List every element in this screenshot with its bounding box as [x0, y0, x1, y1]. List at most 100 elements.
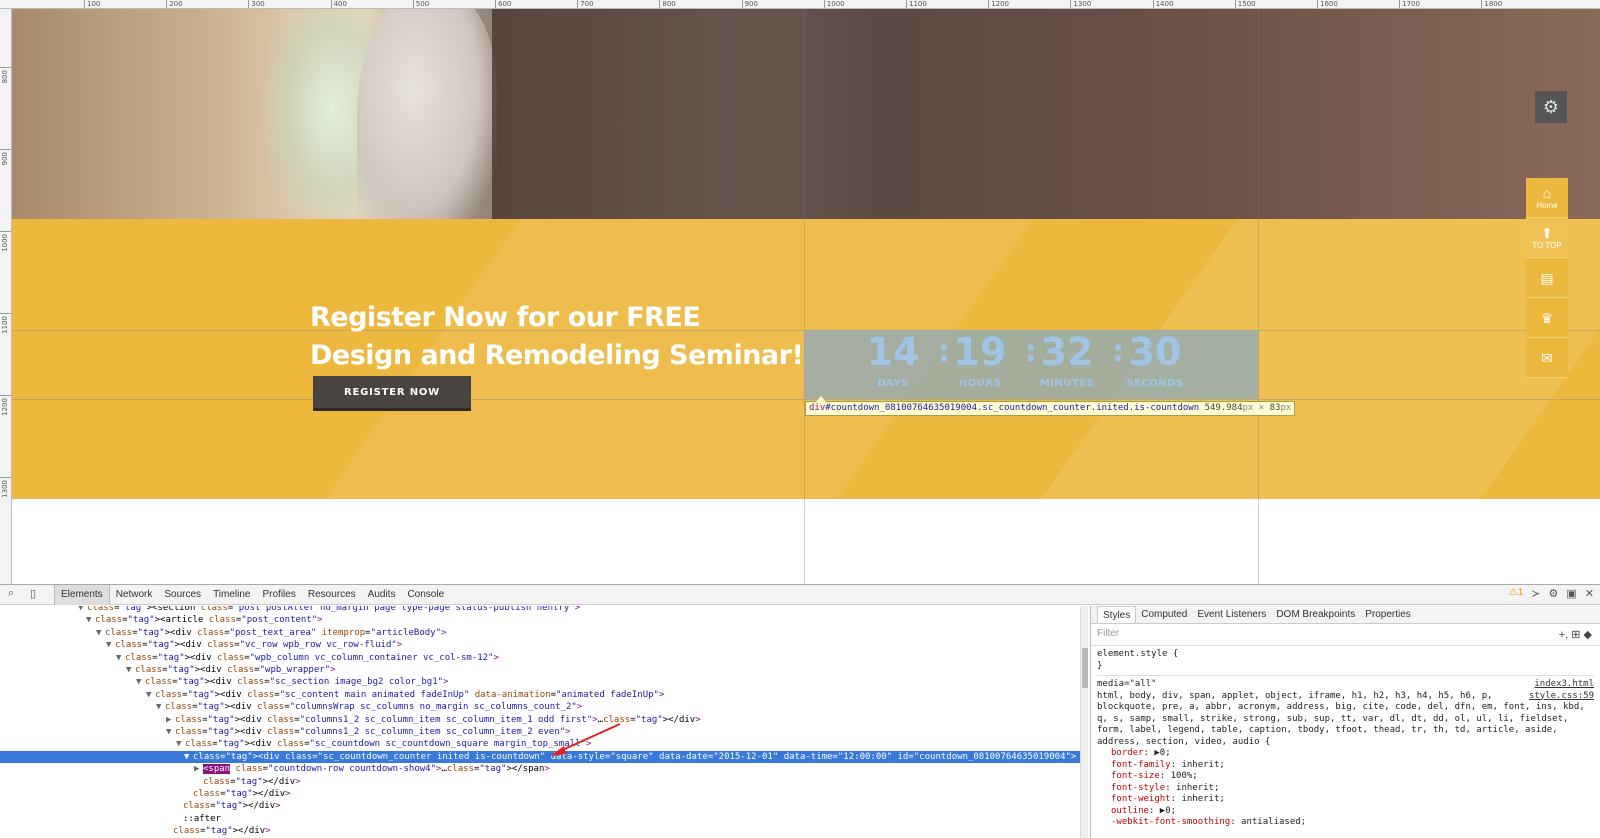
tab-timeline[interactable]: Timeline: [207, 585, 256, 605]
dom-node[interactable]: ▼ class="tag"><div class="vc_row wpb_row …: [0, 639, 1088, 651]
close-icon[interactable]: ✕: [1585, 587, 1594, 600]
dom-node[interactable]: ▼ class="tag"><div class="columns1_2 sc_c…: [0, 726, 1088, 738]
dom-node-selected[interactable]: ▼ class="tag"><div class="sc_countdown_co…: [0, 750, 1088, 763]
side-nav-to-top[interactable]: ⬆ TO TOP: [1526, 218, 1568, 258]
ruler-tick: 1400: [1152, 0, 1173, 8]
ruler-tick: 1700: [1399, 0, 1420, 8]
dom-node[interactable]: class="tag"></div>: [0, 800, 1088, 812]
dock-icon[interactable]: ▣: [1566, 587, 1576, 600]
screenshot-root: 100 200 300 400 500 600 700 800 900 1000 1100 1200 1…: [0, 0, 1600, 838]
elements-dom-tree: ▼ class="tag"><section class="post postAl…: [0, 606, 1088, 838]
side-nav: ⌂ Home ⬆ TO TOP ▤ ♛ ✉: [1526, 178, 1568, 378]
side-nav-home[interactable]: ⌂ Home: [1526, 178, 1568, 218]
scrollbar-thumb[interactable]: [1082, 648, 1088, 688]
styles-tab-computed[interactable]: Computed: [1136, 606, 1192, 623]
tab-network[interactable]: Network: [110, 585, 159, 605]
dom-node[interactable]: ▼ class="tag"><section class="post postAl…: [0, 606, 1088, 614]
style-property[interactable]: font-weight: inherit;: [1097, 794, 1594, 806]
ruler-tick: 1600: [1317, 0, 1338, 8]
hero-stone-texture: [357, 9, 497, 219]
style-property[interactable]: -webkit-font-smoothing: antialiased;: [1097, 817, 1594, 829]
countdown-days-value: 14: [866, 330, 920, 374]
dom-node[interactable]: ▼ class="tag"><div class="sc_content main…: [0, 689, 1088, 701]
dom-node[interactable]: ▶ <span class="countdown-row countdown-sh…: [0, 763, 1088, 775]
styles-filter-tools[interactable]: +, ⊞ ◆: [1559, 628, 1592, 641]
inspector-guide-line: [1258, 9, 1259, 584]
tooltip-unit: px: [1280, 403, 1292, 413]
dom-node[interactable]: ▼ class="tag"><div class="sc_section imag…: [0, 676, 1088, 688]
page-viewport: Register Now for our FREE Design and Rem…: [12, 9, 1600, 584]
tooltip-selector: #countdown_081007646350190​04.sc_countdo…: [825, 403, 1200, 413]
style-property[interactable]: border: ▶0;: [1097, 748, 1594, 760]
register-now-button[interactable]: REGISTER NOW: [313, 376, 471, 408]
styles-tab-properties[interactable]: Properties: [1360, 606, 1416, 623]
countdown-hours-value: 19: [953, 330, 1007, 374]
warning-indicator[interactable]: ⚠1: [1509, 587, 1524, 600]
ruler-tick: 600: [495, 0, 511, 8]
side-nav-trophy[interactable]: ♛: [1526, 298, 1568, 338]
settings-gear-button[interactable]: ⚙: [1535, 91, 1567, 123]
ruler-tick: 800: [659, 0, 676, 8]
ruler-tick: 200: [166, 0, 183, 8]
dom-node[interactable]: ▼ class="tag"><div class="sc_countdown sc…: [0, 738, 1088, 750]
tab-audits[interactable]: Audits: [362, 585, 402, 605]
dom-node[interactable]: ▼ class="tag"><div class="columnsWrap sc_…: [0, 701, 1088, 713]
ruler-tick: 900: [0, 149, 11, 165]
tab-resources[interactable]: Resources: [302, 585, 362, 605]
dom-tree-scrollbar[interactable]: [1080, 606, 1088, 838]
style-file-link[interactable]: index3.html: [1534, 679, 1594, 691]
styles-filter[interactable]: Filter +, ⊞ ◆: [1091, 624, 1600, 646]
element-style-rule[interactable]: element.style {: [1097, 649, 1594, 661]
ruler-tick: 1200: [0, 395, 11, 416]
side-nav-to-top-label: TO TOP: [1532, 240, 1562, 250]
styles-tab-styles[interactable]: Styles: [1097, 606, 1137, 623]
tooltip-unit: px: [1242, 403, 1254, 413]
dom-node[interactable]: class="tag"></div>: [0, 776, 1088, 788]
console-drawer-icon[interactable]: ≻: [1531, 587, 1540, 600]
side-nav-document[interactable]: ▤: [1526, 258, 1568, 298]
style-property[interactable]: font-family: inherit;: [1097, 760, 1594, 772]
countdown-minutes: 32 MINUTES: [1022, 330, 1112, 389]
side-nav-mail[interactable]: ✉: [1526, 338, 1568, 378]
dom-node[interactable]: ▼ class="tag"><div class="wpb_wrapper">: [0, 664, 1088, 676]
dom-node[interactable]: ▼ class="tag"><div class="post_text_area"…: [0, 627, 1088, 639]
ruler-tick: 1100: [906, 0, 927, 8]
dom-node[interactable]: ▼ class="tag"><div class="wpb_column vc_c…: [0, 652, 1088, 664]
styles-tab-dom-breakpoints[interactable]: DOM Breakpoints: [1271, 606, 1360, 623]
settings-gear-icon[interactable]: ⚙: [1549, 587, 1559, 600]
hero-image: [12, 9, 1600, 219]
style-property[interactable]: outline: ▶0;: [1097, 806, 1594, 818]
style-property[interactable]: font-size: 100%;: [1097, 771, 1594, 783]
search-icon[interactable]: ⌕: [8, 587, 14, 600]
arrow-up-icon: ⬆: [1541, 224, 1553, 241]
tab-elements[interactable]: Elements: [54, 585, 110, 605]
headline-line-2: Design and Remodeling Seminar!: [310, 340, 804, 371]
style-property[interactable]: font-style: inherit;: [1097, 783, 1594, 795]
dom-node[interactable]: ::after: [0, 813, 1088, 825]
style-file-link[interactable]: style.css:59: [1529, 691, 1594, 703]
tab-profiles[interactable]: Profiles: [256, 585, 301, 605]
tab-sources[interactable]: Sources: [158, 585, 207, 605]
styles-tab-event-listeners[interactable]: Event Listeners: [1192, 606, 1271, 623]
dom-node[interactable]: class="tag"></div>: [0, 788, 1088, 800]
home-icon: ⌂: [1542, 184, 1552, 201]
devtools-panel: ⌕ ▯ Elements Network Sources Timeline Profil…: [0, 584, 1600, 838]
countdown-seconds-label: SECONDS: [1126, 378, 1184, 389]
countdown-minutes-label: MINUTES: [1039, 378, 1095, 389]
dom-node[interactable]: class="tag"></div>: [0, 825, 1088, 837]
side-nav-home-label: Home: [1536, 200, 1558, 210]
styles-filter-input[interactable]: Filter: [1097, 628, 1119, 639]
dom-node[interactable]: ▼ class="tag"><article class="post_conten…: [0, 614, 1088, 626]
selector-text: html, body, div, span, applet, object, i…: [1097, 690, 1585, 747]
dom-node[interactable]: ▶ class="tag"><div class="columns1_2 sc_c…: [0, 714, 1088, 726]
tooltip-height: 83: [1269, 403, 1281, 413]
ruler-tick: 100: [84, 0, 100, 8]
device-mode-icon[interactable]: ▯: [30, 587, 36, 600]
tab-console[interactable]: Console: [401, 585, 450, 605]
countdown-seconds: 30 SECONDS: [1110, 330, 1200, 389]
ruler-tick: 1500: [1234, 0, 1256, 8]
document-icon: ▤: [1540, 269, 1554, 286]
ruler-tick: 1000: [0, 231, 11, 252]
styles-code: element.style { } media="all" index3.html…: [1091, 646, 1600, 832]
ruler-tick: 400: [330, 0, 347, 8]
